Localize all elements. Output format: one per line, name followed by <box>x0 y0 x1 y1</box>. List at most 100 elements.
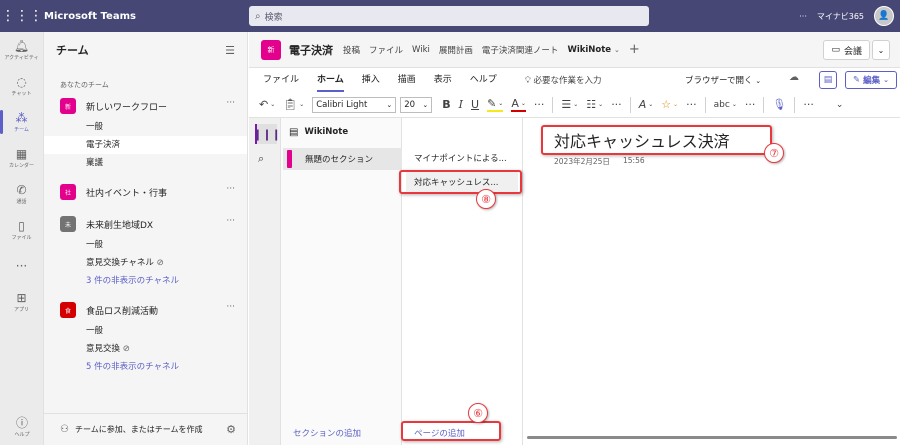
tab-posts[interactable]: 投稿 <box>343 44 360 56</box>
team-item[interactable]: 新 新しいワークフロー ··· <box>44 94 247 118</box>
team-item[interactable]: 食 食品ロス削減活動 ··· <box>44 298 247 322</box>
more-review-icon[interactable]: ··· <box>745 98 756 111</box>
bold-icon[interactable]: B <box>442 98 450 111</box>
open-in-browser-button[interactable]: ブラウザーで開く ⌄ <box>685 74 761 86</box>
clipboard-icon[interactable]: 📋︎ ⌄ <box>283 98 304 111</box>
numbering-icon[interactable]: ☷ ⌄ <box>586 98 603 111</box>
rail-item-activity[interactable]: 🔔︎ アクティビティ <box>0 32 43 68</box>
channel-item[interactable]: 稟議 <box>44 154 247 172</box>
app-launcher-icon[interactable]: ⋮⋮⋮ <box>0 8 44 24</box>
hidden-channels-link[interactable]: 5 件の非表示のチャネル <box>44 358 247 376</box>
rail-item-calls[interactable]: ✆ 通話 <box>0 176 43 212</box>
page-canvas[interactable]: 対応キャッシュレス決済 2023年2月25日 15:56 <box>523 118 900 445</box>
team-avatar: 食 <box>60 302 76 318</box>
highlight-icon[interactable]: ✎ ⌄ <box>487 97 504 112</box>
meet-button[interactable]: ▭ 会議 <box>823 40 870 60</box>
ribbon-tab-file[interactable]: ファイル <box>263 68 299 92</box>
gear-icon[interactable]: ⚙ <box>226 423 236 436</box>
add-section-button[interactable]: セクションの追加 <box>293 427 361 439</box>
tag-icon[interactable]: ☆ ⌄ <box>661 98 678 111</box>
comment-icon[interactable]: ▤ <box>819 71 837 89</box>
channel-item[interactable]: 意見交換 ⊘ <box>44 340 247 358</box>
channel-item-active[interactable]: 電子決済 <box>44 136 247 154</box>
tell-me-box[interactable]: 💡︎ 必要な作業を入力 <box>525 74 602 86</box>
hidden-channels-link[interactable]: 3 件の非表示のチャネル <box>44 272 247 290</box>
horizontal-scrollbar[interactable] <box>527 436 897 439</box>
tab-wikinote[interactable]: WikiNote ⌄ <box>567 45 619 55</box>
annotation-number-8: ⑧ <box>476 189 496 209</box>
tab-wiki[interactable]: Wiki <box>412 45 430 55</box>
team-more-icon[interactable]: ··· <box>226 184 235 194</box>
channel-item[interactable]: 一般 <box>44 236 247 254</box>
filter-icon[interactable]: ☰ <box>225 44 235 57</box>
italic-icon[interactable]: I <box>459 98 463 111</box>
more-toolbar-icon[interactable]: ··· <box>803 98 814 111</box>
chevron-down-icon: ⌄ <box>386 100 393 109</box>
rail-item-files[interactable]: ▯ ファイル <box>0 212 43 248</box>
ribbon-tab-home[interactable]: ホーム <box>317 68 344 92</box>
ribbon-tab-help[interactable]: ヘルプ <box>470 68 497 92</box>
font-color-icon[interactable]: A ⌄ <box>511 97 526 112</box>
ribbon-tab-insert[interactable]: 挿入 <box>362 68 380 92</box>
channel-item[interactable]: 意見交換チャネル ⊘ <box>44 254 247 272</box>
notebooks-icon[interactable]: ❙❙❙ <box>253 124 281 144</box>
more-paragraph-icon[interactable]: ··· <box>611 98 622 111</box>
team-name: 食品ロス削減活動 <box>86 306 159 317</box>
search-icon: ⌕ <box>255 10 261 22</box>
annotation-number-6: ⑥ <box>468 403 488 423</box>
page-item[interactable]: マイナポイントによる... <box>402 146 522 170</box>
toolbar-divider <box>794 96 796 113</box>
rail-item-calendar[interactable]: ▦ カレンダー <box>0 140 43 176</box>
team-name: 未来創生地域DX <box>86 220 154 231</box>
ribbon-tab-view[interactable]: 表示 <box>434 68 452 92</box>
ribbon-tab-draw[interactable]: 描画 <box>398 68 416 92</box>
ribbon-tabs: ファイル ホーム 挿入 描画 表示 ヘルプ 💡︎ 必要な作業を入力 ブラウザーで… <box>249 68 900 92</box>
spelling-icon[interactable]: abc ⌄ <box>714 100 737 110</box>
search-box[interactable]: ⌕ 検索 <box>249 6 649 26</box>
channel-item[interactable]: 一般 <box>44 322 247 340</box>
section-item[interactable]: 無題のセクション <box>283 148 402 170</box>
tab-payment-notes[interactable]: 電子決済関連ノート <box>482 44 559 56</box>
underline-icon[interactable]: U <box>471 98 479 111</box>
toolbar-divider <box>704 96 706 113</box>
edit-button[interactable]: ✎ 編集 ⌄ <box>845 71 897 89</box>
search-placeholder: 検索 <box>264 12 283 23</box>
channel-item[interactable]: 一般 <box>44 118 247 136</box>
video-icon: ▭ <box>831 45 840 55</box>
more-tags-icon[interactable]: ··· <box>686 98 697 111</box>
rail-item-apps[interactable]: ⊞ アプリ <box>0 284 43 320</box>
rail-more[interactable]: ··· <box>0 248 43 284</box>
rail-item-help[interactable]: ⓘ ヘルプ <box>0 409 44 445</box>
team-item[interactable]: 未 未来創生地域DX ··· <box>44 212 247 236</box>
tab-rollout-plan[interactable]: 展開計画 <box>439 44 473 56</box>
avatar[interactable]: 👤 <box>874 6 894 26</box>
bullets-icon[interactable]: ☰ ⌄ <box>561 98 578 111</box>
chevron-down-icon: ⌄ <box>755 77 762 85</box>
dictate-icon[interactable]: 🎙︎ <box>772 98 786 111</box>
apps-icon: ⊞ <box>16 290 27 305</box>
annotation-number-7: ⑦ <box>764 143 784 163</box>
team-item[interactable]: 社 社内イベント・行事 ··· <box>44 180 247 204</box>
join-create-team[interactable]: ⚇ チームに参加、またはチームを作成 ⚙ <box>44 413 248 445</box>
team-more-icon[interactable]: ··· <box>226 216 235 226</box>
undo-icon[interactable]: ↶ ⌄ <box>259 98 275 111</box>
chevron-down-icon: ⌄ <box>883 76 889 84</box>
styles-icon[interactable]: A ⌄ <box>639 98 654 111</box>
search-icon[interactable]: ⌕ <box>258 152 264 166</box>
shared-channel-icon: ⊘ <box>122 344 130 354</box>
add-tab-icon[interactable]: + <box>629 42 640 57</box>
cloud-icon[interactable]: ☁︎ <box>789 72 799 83</box>
team-more-icon[interactable]: ··· <box>226 98 235 108</box>
collapse-ribbon-icon[interactable]: ⌄ <box>836 100 844 110</box>
font-size-select[interactable]: 20 ⌄ <box>400 96 433 113</box>
more-options-icon[interactable]: ··· <box>799 12 807 21</box>
user-name: マイナビ365 <box>816 11 864 21</box>
team-more-icon[interactable]: ··· <box>226 302 235 312</box>
font-name-select[interactable]: Calibri Light ⌄ <box>312 96 397 113</box>
rail-item-chat[interactable]: ◌ チャット <box>0 68 43 104</box>
meet-dropdown[interactable]: ⌄ <box>872 40 890 60</box>
annotation-highlight-add-page <box>401 421 501 441</box>
tab-files[interactable]: ファイル <box>369 44 403 56</box>
rail-item-teams[interactable]: ⁂ チーム <box>0 104 43 140</box>
more-formatting-icon[interactable]: ··· <box>534 98 545 111</box>
